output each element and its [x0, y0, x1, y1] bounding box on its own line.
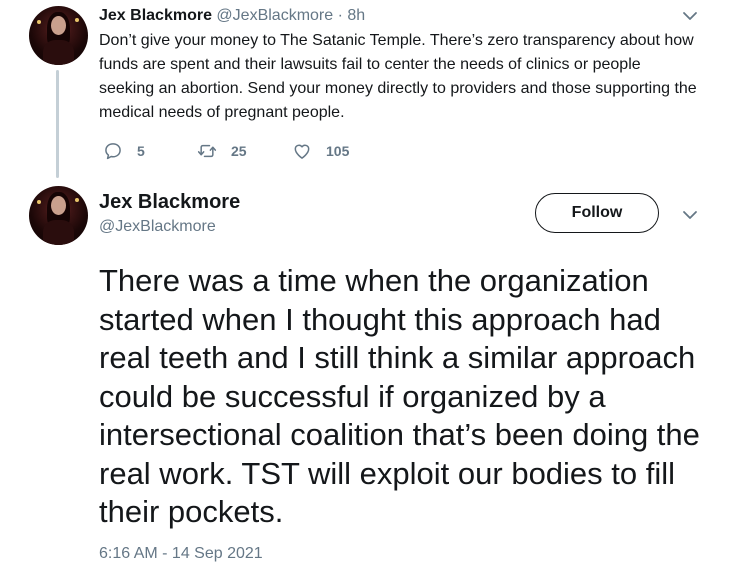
tweet-timestamp[interactable]: 6:16 AM - 14 Sep 2021 [99, 544, 263, 564]
tweet-text: There was a time when the organization s… [99, 263, 700, 529]
thread-line [56, 70, 59, 178]
chevron-down-icon[interactable] [681, 206, 699, 224]
separator-dot: · [337, 7, 343, 24]
author-name[interactable]: Jex Blackmore [99, 190, 240, 214]
follow-button[interactable]: Follow [535, 193, 659, 233]
avatar[interactable] [29, 6, 88, 65]
tweet-text: Don’t give your money to The Satanic Tem… [99, 32, 697, 121]
reply-count: 5 [137, 143, 145, 159]
reply-button[interactable]: 5 [103, 140, 145, 162]
tweet-header: Jex Blackmore @JexBlackmore · 8h [99, 6, 365, 26]
retweet-icon [197, 144, 217, 158]
retweet-button[interactable]: 25 [197, 140, 247, 162]
chevron-down-icon[interactable] [681, 7, 699, 25]
retweet-count: 25 [231, 143, 247, 159]
tweet-time[interactable]: 8h [347, 7, 365, 24]
author-name[interactable]: Jex Blackmore [99, 7, 212, 24]
avatar[interactable] [29, 186, 88, 245]
author-handle[interactable]: @JexBlackmore [216, 7, 333, 24]
author-handle[interactable]: @JexBlackmore [99, 217, 216, 237]
reply-icon [105, 143, 121, 160]
heart-icon [294, 144, 310, 159]
like-button[interactable]: 105 [292, 140, 349, 162]
like-count: 105 [326, 143, 350, 159]
